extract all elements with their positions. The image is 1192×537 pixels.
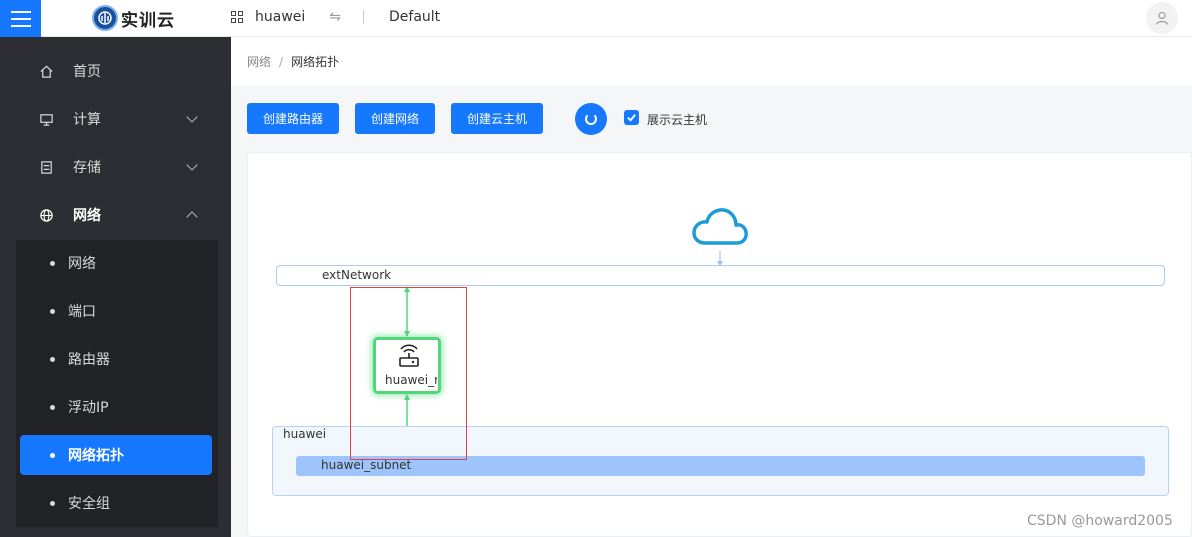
cloud-icon xyxy=(692,208,748,245)
subnet-label: huawei_subnet xyxy=(321,458,412,472)
watermark: CSDN @howard2005 xyxy=(1027,513,1173,529)
external-network-bar[interactable]: extNetwork xyxy=(276,265,1165,286)
highlight-annotation-box xyxy=(350,287,467,460)
project-group-label: huawei xyxy=(283,427,327,441)
external-network-label: extNetwork xyxy=(322,268,392,282)
